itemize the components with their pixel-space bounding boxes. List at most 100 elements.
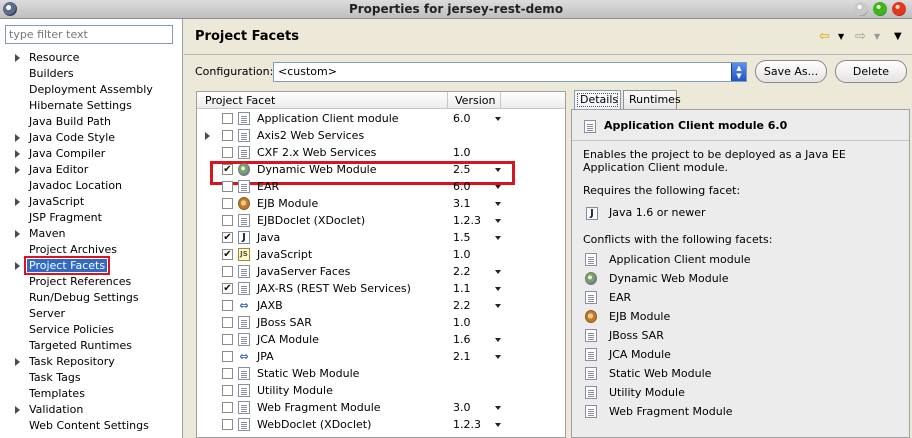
facet-row-ejb-module[interactable]: EJB Module 3.1: [197, 195, 565, 212]
sidebar-item-server[interactable]: Server: [0, 306, 182, 322]
facet-row-application-client-module[interactable]: Application Client module 6.0: [197, 110, 565, 127]
version-dropdown-chevron-down-icon[interactable]: [495, 185, 501, 189]
sidebar-item-task-repository[interactable]: Task Repository: [0, 354, 182, 370]
version-dropdown-chevron-down-icon[interactable]: [495, 304, 501, 308]
version-dropdown-chevron-down-icon[interactable]: [495, 168, 501, 172]
sidebar-item-java-build-path[interactable]: Java Build Path: [0, 114, 182, 130]
expand-arrow-icon[interactable]: [15, 54, 20, 62]
facet-row-utility-module[interactable]: Utility Module: [197, 382, 565, 399]
column-header-version[interactable]: Version: [449, 92, 501, 109]
sidebar-item-project-archives[interactable]: Project Archives: [0, 242, 182, 258]
sidebar-item-maven[interactable]: Maven: [0, 226, 182, 242]
maximize-button[interactable]: [873, 2, 887, 16]
facet-version[interactable]: 1.5: [453, 229, 471, 246]
facet-row-dynamic-web-module[interactable]: ✔ Dynamic Web Module 2.5: [197, 161, 565, 185]
forward-menu-chevron-down-icon[interactable]: ▼: [874, 29, 880, 45]
sidebar-item-project-facets[interactable]: Project Facets: [0, 256, 182, 275]
facet-checkbox[interactable]: [222, 334, 233, 345]
facet-checkbox[interactable]: [222, 147, 233, 158]
back-menu-chevron-down-icon[interactable]: ▼: [838, 29, 844, 45]
facet-version[interactable]: 2.5: [453, 161, 471, 178]
sidebar-item-java-editor[interactable]: Java Editor: [0, 162, 182, 178]
facet-version[interactable]: 2.2: [453, 297, 471, 314]
column-header-project-facet[interactable]: Project Facet: [197, 92, 448, 109]
facet-version[interactable]: 6.0: [453, 178, 471, 195]
version-dropdown-chevron-down-icon[interactable]: [495, 423, 501, 427]
sidebar-item-targeted-runtimes[interactable]: Targeted Runtimes: [0, 338, 182, 354]
facet-checkbox[interactable]: [222, 368, 233, 379]
delete-button[interactable]: Delete: [835, 60, 907, 83]
sidebar-item-jsp-fragment[interactable]: JSP Fragment: [0, 210, 182, 226]
sidebar-item-web-content-settings[interactable]: Web Content Settings: [0, 418, 182, 434]
sidebar-item-java-compiler[interactable]: Java Compiler: [0, 146, 182, 162]
close-button[interactable]: [892, 2, 906, 16]
facet-version[interactable]: 1.2.3: [453, 212, 481, 229]
facet-checkbox[interactable]: [222, 181, 233, 192]
view-menu-chevron-down-icon[interactable]: ▼: [894, 29, 902, 45]
sidebar-item-javascript[interactable]: JavaScript: [0, 194, 182, 210]
facet-checkbox[interactable]: [222, 402, 233, 413]
facet-row-jca-module[interactable]: JCA Module 1.6: [197, 331, 565, 348]
version-dropdown-chevron-down-icon[interactable]: [495, 270, 501, 274]
save-as-button[interactable]: Save As...: [755, 60, 827, 83]
facet-checkbox[interactable]: [222, 317, 233, 328]
facet-version[interactable]: 3.1: [453, 195, 471, 212]
facet-checkbox[interactable]: [222, 215, 233, 226]
back-arrow-icon[interactable]: ⇦: [819, 29, 830, 45]
version-dropdown-chevron-down-icon[interactable]: [495, 355, 501, 359]
facet-checkbox[interactable]: [222, 266, 233, 277]
minimize-button[interactable]: [854, 2, 868, 16]
version-dropdown-chevron-down-icon[interactable]: [495, 117, 501, 121]
facet-checkbox[interactable]: [222, 198, 233, 209]
sidebar-item-java-code-style[interactable]: Java Code Style: [0, 130, 182, 146]
forward-arrow-icon[interactable]: ⇨: [855, 29, 866, 45]
tab-runtimes[interactable]: Runtimes: [623, 90, 681, 110]
facet-version[interactable]: 1.6: [453, 331, 471, 348]
facet-row-webdoclet-xdoclet[interactable]: WebDoclet (XDoclet) 1.2.3: [197, 416, 565, 433]
sidebar-item-builders[interactable]: Builders: [0, 66, 182, 82]
expand-arrow-icon[interactable]: [15, 406, 20, 414]
version-dropdown-chevron-down-icon[interactable]: [495, 406, 501, 410]
version-dropdown-chevron-down-icon[interactable]: [495, 202, 501, 206]
facet-checkbox[interactable]: [222, 113, 233, 124]
sidebar-item-resource[interactable]: Resource: [0, 50, 182, 66]
facet-version[interactable]: 1.0: [453, 314, 471, 331]
facet-checkbox[interactable]: [222, 300, 233, 311]
facet-version[interactable]: 1.1: [453, 280, 471, 297]
expand-arrow-icon[interactable]: [15, 166, 20, 174]
select-spinner-icon[interactable]: ▲ ▼: [731, 63, 746, 81]
version-dropdown-chevron-down-icon[interactable]: [495, 338, 501, 342]
expand-arrow-icon[interactable]: [15, 150, 20, 158]
facet-checkbox[interactable]: ✔: [222, 232, 233, 243]
sidebar-item-templates[interactable]: Templates: [0, 386, 182, 402]
facet-row-jboss-sar[interactable]: JBoss SAR 1.0: [197, 314, 565, 331]
facet-row-ear[interactable]: EAR 6.0: [197, 178, 565, 195]
sidebar-item-project-references[interactable]: Project References: [0, 274, 182, 290]
facet-checkbox[interactable]: [222, 130, 233, 141]
expand-arrow-icon[interactable]: [15, 262, 20, 270]
facet-checkbox[interactable]: ✔: [222, 283, 233, 294]
expand-arrow-icon[interactable]: [15, 198, 20, 206]
expand-arrow-icon[interactable]: [15, 134, 20, 142]
filter-input[interactable]: [5, 25, 173, 44]
expand-arrow-icon[interactable]: [205, 132, 210, 140]
facet-row-ejbdoclet-xdoclet[interactable]: EJBDoclet (XDoclet) 1.2.3: [197, 212, 565, 229]
facet-version[interactable]: 1.0: [453, 246, 471, 263]
facet-checkbox[interactable]: ✔: [222, 164, 233, 175]
facet-checkbox[interactable]: ✔: [222, 249, 233, 260]
facet-checkbox[interactable]: [222, 385, 233, 396]
facet-row-cxf-2-x-web-services[interactable]: CXF 2.x Web Services 1.0: [197, 144, 565, 161]
facet-version[interactable]: 2.2: [453, 263, 471, 280]
facet-row-javaserver-faces[interactable]: JavaServer Faces 2.2: [197, 263, 565, 280]
sidebar-item-validation[interactable]: Validation: [0, 402, 182, 418]
facet-version[interactable]: 1.2.3: [453, 416, 481, 433]
version-dropdown-chevron-down-icon[interactable]: [495, 287, 501, 291]
version-dropdown-chevron-down-icon[interactable]: [495, 219, 501, 223]
sidebar-item-hibernate-settings[interactable]: Hibernate Settings: [0, 98, 182, 114]
facet-row-jaxb[interactable]: ⇔ JAXB 2.2: [197, 297, 565, 314]
version-dropdown-chevron-down-icon[interactable]: [495, 236, 501, 240]
facet-row-jax-rs-rest-web-services[interactable]: ✔ JAX-RS (REST Web Services) 1.1: [197, 280, 565, 297]
facet-row-web-fragment-module[interactable]: Web Fragment Module 3.0: [197, 399, 565, 416]
tab-details[interactable]: Details: [574, 90, 621, 110]
sidebar-item-service-policies[interactable]: Service Policies: [0, 322, 182, 338]
